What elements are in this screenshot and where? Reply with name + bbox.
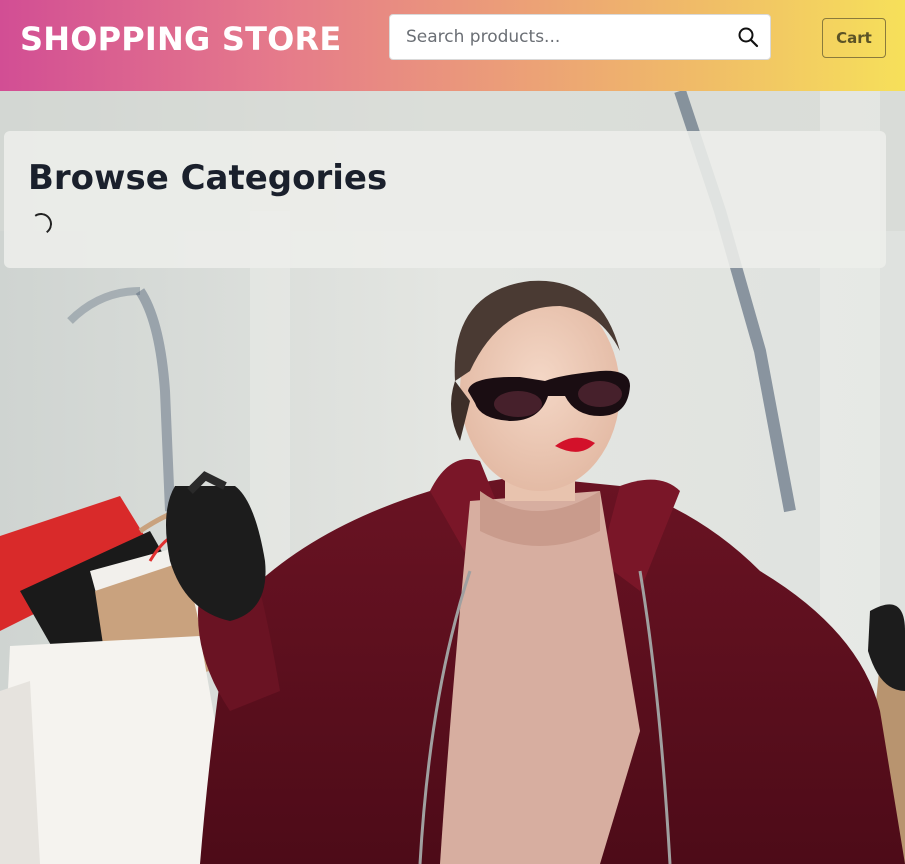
categories-title: Browse Categories xyxy=(28,158,388,198)
search-icon[interactable] xyxy=(736,25,760,49)
search-bar xyxy=(389,14,771,60)
store-logo[interactable]: SHOPPING STORE xyxy=(20,18,341,60)
loading-spinner-icon xyxy=(28,211,54,237)
cart-button[interactable]: Cart xyxy=(822,18,886,58)
page: SHOPPING STORE Cart Browse Categories xyxy=(0,0,905,864)
categories-panel: Browse Categories xyxy=(4,131,886,268)
search-input[interactable] xyxy=(390,15,720,59)
top-navbar: SHOPPING STORE Cart xyxy=(0,0,905,91)
